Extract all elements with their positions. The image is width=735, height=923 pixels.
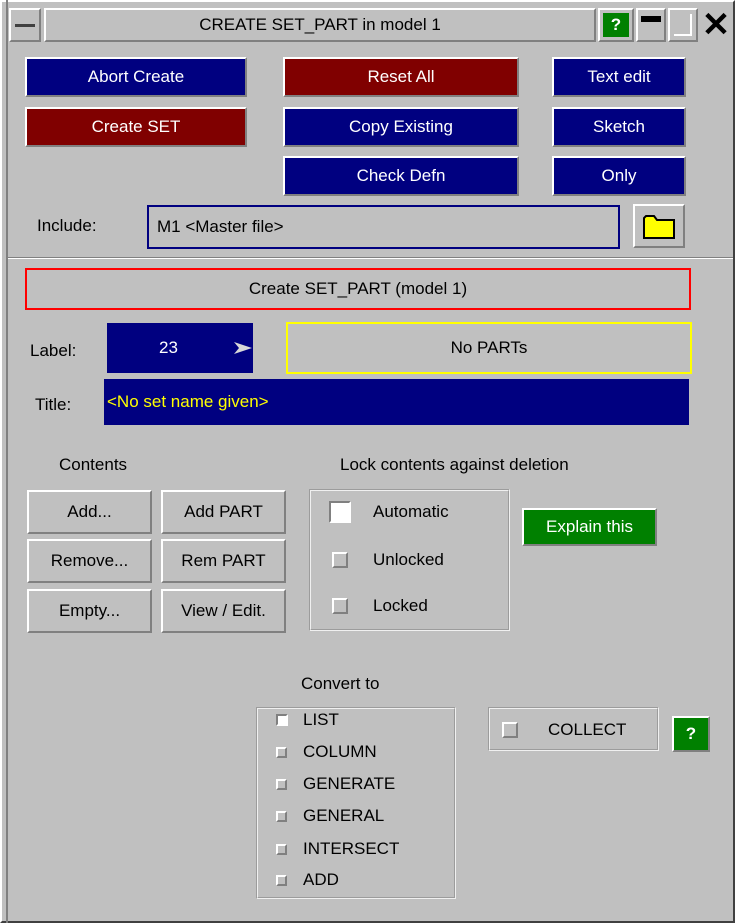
column-checkbox[interactable]	[276, 746, 287, 758]
part-count-status: No PARTs	[286, 322, 692, 374]
generate-label: GENERATE	[303, 774, 396, 793]
add-label: Add...	[67, 502, 112, 521]
folder-icon	[643, 215, 675, 239]
collect-label: COLLECT	[548, 720, 627, 739]
locked-label: Locked	[373, 596, 428, 615]
minimize-button[interactable]	[636, 8, 666, 42]
only-label: Only	[601, 166, 637, 185]
intersect-checkbox[interactable]	[276, 843, 287, 855]
title-label: Title:	[35, 395, 72, 414]
title-bar[interactable]: CREATE SET_PART in model 1	[44, 8, 596, 42]
intersect-label: INTERSECT	[303, 839, 400, 858]
general-label: GENERAL	[303, 806, 385, 825]
automatic-checkbox[interactable]	[329, 501, 351, 523]
lock-heading: Lock contents against deletion	[340, 455, 569, 474]
remove-label: Remove...	[50, 551, 129, 570]
copy-existing-button[interactable]: Copy Existing	[283, 107, 519, 147]
list-label: LIST	[303, 710, 339, 729]
title-field[interactable]: <No set name given>	[104, 379, 689, 425]
label-field[interactable]: 23	[107, 323, 253, 373]
label-value: 23	[159, 338, 178, 357]
part-count-text: No PARTs	[450, 338, 528, 357]
abort-create-label: Abort Create	[87, 67, 185, 86]
convert-option-column[interactable]: COLUMN	[276, 741, 377, 763]
column-label: COLUMN	[303, 742, 377, 761]
include-value: M1 <Master file>	[157, 217, 284, 236]
convert-option-list[interactable]: LIST	[276, 709, 339, 731]
reset-all-button[interactable]: Reset All	[283, 57, 519, 97]
sketch-label: Sketch	[593, 117, 645, 136]
create-header-title: Create SET_PART (model 1)	[248, 279, 468, 298]
convert-option-intersect[interactable]: INTERSECT	[276, 838, 399, 860]
add-button[interactable]: Add...	[27, 490, 152, 534]
collect-option[interactable]: COLLECT	[502, 717, 626, 743]
rem-part-label: Rem PART	[181, 551, 266, 570]
collect-help-icon: ?	[685, 724, 697, 743]
locked-checkbox[interactable]	[332, 598, 348, 614]
check-defn-label: Check Defn	[356, 166, 446, 185]
help-button[interactable]: ?	[598, 8, 634, 42]
generate-checkbox[interactable]	[276, 778, 287, 790]
lock-option-locked[interactable]: Locked	[332, 591, 502, 621]
unlocked-checkbox[interactable]	[332, 552, 348, 568]
create-set-label: Create SET	[91, 117, 181, 136]
add-part-button[interactable]: Add PART	[161, 490, 286, 534]
label-label: Label:	[30, 341, 77, 360]
abort-create-button[interactable]: Abort Create	[25, 57, 247, 97]
collect-checkbox[interactable]	[502, 722, 518, 738]
section-divider	[8, 257, 733, 259]
include-label: Include:	[37, 216, 97, 235]
minimize-icon	[641, 16, 661, 22]
maximize-icon	[674, 14, 692, 36]
window-title: CREATE SET_PART in model 1	[199, 15, 441, 34]
contents-heading: Contents	[59, 455, 128, 474]
lock-option-unlocked[interactable]: Unlocked	[332, 545, 502, 575]
remove-button[interactable]: Remove...	[27, 539, 152, 583]
create-header: Create SET_PART (model 1)	[25, 268, 691, 310]
view-edit-label: View / Edit.	[181, 601, 266, 620]
window-left-edge	[6, 0, 8, 923]
explain-this-button[interactable]: Explain this	[522, 508, 657, 546]
check-defn-button[interactable]: Check Defn	[283, 156, 519, 196]
create-set-button[interactable]: Create SET	[25, 107, 247, 147]
window-menu-icon	[15, 23, 35, 27]
empty-button[interactable]: Empty...	[27, 589, 152, 633]
view-edit-button[interactable]: View / Edit.	[161, 589, 286, 633]
text-edit-button[interactable]: Text edit	[552, 57, 686, 97]
unlocked-label: Unlocked	[373, 550, 444, 569]
convert-option-generate[interactable]: GENERATE	[276, 773, 395, 795]
help-icon: ?	[603, 13, 629, 37]
title-value: <No set name given>	[107, 392, 269, 411]
window-menu-button[interactable]	[9, 8, 41, 42]
convert-heading: Convert to	[301, 674, 380, 693]
include-browse-button[interactable]	[633, 204, 685, 248]
rem-part-button[interactable]: Rem PART	[161, 539, 286, 583]
close-button[interactable]: ✕	[700, 8, 732, 42]
only-button[interactable]: Only	[552, 156, 686, 196]
general-checkbox[interactable]	[276, 810, 287, 822]
close-icon: ✕	[701, 6, 731, 44]
convert-option-general[interactable]: GENERAL	[276, 805, 384, 827]
pick-arrow-icon	[234, 342, 252, 354]
sketch-button[interactable]: Sketch	[552, 107, 686, 147]
add-part-label: Add PART	[184, 502, 263, 521]
text-edit-label: Text edit	[587, 67, 651, 86]
empty-label: Empty...	[58, 601, 121, 620]
reset-all-label: Reset All	[367, 67, 435, 86]
add-option-label: ADD	[303, 870, 339, 889]
lock-option-automatic[interactable]: Automatic	[329, 497, 499, 527]
maximize-button[interactable]	[668, 8, 698, 42]
include-field[interactable]: M1 <Master file>	[147, 205, 620, 249]
add-checkbox[interactable]	[276, 874, 287, 886]
collect-help-button[interactable]: ?	[672, 716, 710, 752]
convert-option-add[interactable]: ADD	[276, 869, 339, 891]
copy-existing-label: Copy Existing	[349, 117, 453, 136]
list-checkbox[interactable]	[276, 714, 288, 726]
automatic-label: Automatic	[373, 502, 449, 521]
explain-this-label: Explain this	[546, 517, 633, 536]
